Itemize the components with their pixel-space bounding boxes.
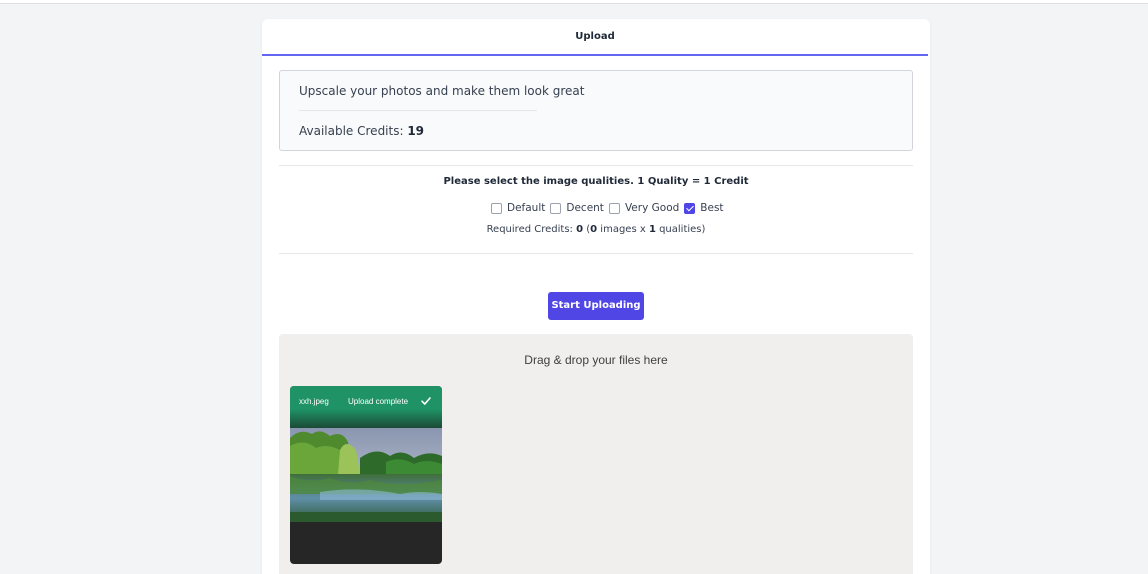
required-prefix: Required Credits: bbox=[486, 224, 577, 235]
quality-option-default[interactable]: Default bbox=[491, 202, 545, 214]
start-uploading-button[interactable]: Start Uploading bbox=[548, 292, 644, 320]
tab-upload[interactable]: Upload bbox=[262, 31, 928, 42]
quality-option-best[interactable]: Best bbox=[684, 202, 724, 214]
quality-label-decent: Decent bbox=[566, 202, 604, 214]
file-header: xxh.jpeg Upload complete bbox=[290, 386, 442, 428]
quality-checkbox-very-good[interactable] bbox=[608, 202, 620, 214]
quality-heading: Please select the image qualities. 1 Qua… bbox=[443, 176, 749, 187]
credits-value: 19 bbox=[407, 124, 425, 138]
file-preview[interactable]: xxh.jpeg Upload complete bbox=[290, 386, 442, 564]
upload-card: Upload Upscale your photos and make them… bbox=[262, 19, 930, 574]
tab-bar: Upload bbox=[262, 19, 928, 56]
divider-bottom bbox=[279, 253, 913, 254]
quality-label-default: Default bbox=[507, 202, 546, 214]
credits-label: Available Credits: bbox=[299, 124, 408, 138]
info-box: Upscale your photos and make them look g… bbox=[279, 70, 913, 151]
info-divider bbox=[299, 110, 537, 111]
top-bar bbox=[0, 0, 1148, 4]
quality-label-very-good: Very Good bbox=[624, 202, 680, 214]
dropzone-label: Drag & drop your files here bbox=[524, 353, 668, 367]
file-thumbnail bbox=[290, 428, 442, 522]
info-title: Upscale your photos and make them look g… bbox=[299, 84, 585, 98]
available-credits: Available Credits: 19 bbox=[299, 124, 424, 138]
quality-option-decent[interactable]: Decent bbox=[550, 202, 604, 214]
quality-option-very-good[interactable]: Very Good bbox=[608, 202, 680, 214]
required-images-text: images x bbox=[597, 224, 649, 235]
quality-checkbox-default[interactable] bbox=[491, 202, 502, 214]
file-name: xxh.jpeg bbox=[299, 397, 329, 406]
required-qualities-text: qualities) bbox=[655, 224, 706, 235]
required-qualities-count: 1 bbox=[648, 224, 656, 235]
dropzone[interactable]: Drag & drop your files here xxh.jpeg Upl… bbox=[279, 334, 913, 574]
file-status: Upload complete bbox=[348, 397, 409, 406]
required-credits: Required Credits: 0 (0 images x 1 qualit… bbox=[262, 224, 930, 235]
divider-top bbox=[279, 165, 913, 166]
quality-options: Default Decent Very Good Best bbox=[491, 201, 729, 215]
quality-checkbox-decent[interactable] bbox=[550, 202, 562, 214]
checkmark-icon bbox=[421, 397, 431, 405]
quality-label-best: Best bbox=[700, 202, 724, 214]
quality-checkbox-best[interactable] bbox=[684, 202, 696, 214]
